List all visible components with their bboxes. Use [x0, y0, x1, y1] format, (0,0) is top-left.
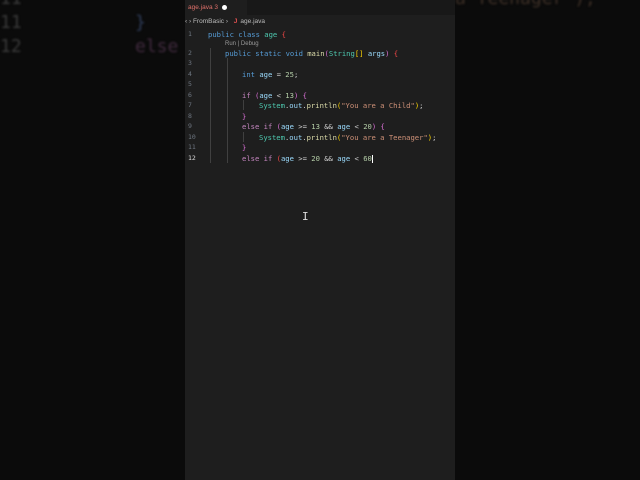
- line-number: 7: [188, 101, 192, 109]
- line-number: 9: [188, 122, 192, 130]
- breadcrumb-folder[interactable]: FromBasic: [193, 18, 224, 25]
- indent-guide: [243, 100, 244, 110]
- code-line-7: System.out.println("You are a Child");: [259, 101, 424, 110]
- code-line-2: public static void main(String[] args) {: [225, 49, 399, 58]
- code-line-4: int age = 25;: [242, 70, 299, 79]
- line-number: 2: [188, 49, 192, 57]
- line-number: 1: [188, 30, 192, 38]
- code-line-10: System.out.println("You are a Teenager")…: [259, 133, 437, 142]
- code-line-1: public class age {: [208, 30, 286, 39]
- code-line-6: if (age < 13) {: [242, 91, 307, 100]
- bg-line-number: 11: [0, 12, 22, 33]
- code-line-11: }: [242, 143, 247, 152]
- unsaved-dot-icon[interactable]: [222, 4, 228, 10]
- bg-code: a Teenager");: [455, 0, 596, 9]
- breadcrumb-file[interactable]: age.java: [240, 18, 265, 25]
- code-editor[interactable]: age.java 3 ‹ › FromBasic › Jage.java 1 2…: [185, 0, 455, 480]
- breadcrumb: ‹ › FromBasic › Jage.java: [185, 18, 265, 25]
- tab-label: age.java: [188, 4, 213, 11]
- line-number: 11: [188, 143, 196, 151]
- indent-guide: [227, 58, 228, 163]
- tab-bar: age.java 3: [185, 0, 455, 15]
- indent-guide: [210, 48, 211, 163]
- bg-code: }: [135, 12, 146, 33]
- bg-line-number: 11: [0, 0, 22, 9]
- line-number: 12: [188, 154, 196, 162]
- text-cursor: [371, 155, 373, 163]
- line-number: 8: [188, 112, 192, 120]
- code-line-8: }: [242, 112, 247, 121]
- code-line-12: else if (age >= 20 && age < 60: [242, 154, 373, 163]
- indent-guide: [243, 132, 244, 142]
- line-number: 3: [188, 59, 192, 67]
- line-number: 4: [188, 70, 192, 78]
- bg-code: else: [135, 36, 179, 57]
- line-number: 10: [188, 133, 196, 141]
- mouse-ibeam-cursor-icon: I: [302, 210, 309, 223]
- codelens-run-debug[interactable]: Run | Debug: [225, 41, 259, 47]
- java-file-icon: J: [233, 18, 238, 25]
- bg-line-number: 12: [0, 36, 22, 57]
- line-number: 5: [188, 80, 192, 88]
- problems-count: 3: [214, 4, 219, 11]
- tab-age-java[interactable]: age.java 3: [185, 0, 247, 15]
- code-line-9: else if (age >= 13 && age < 20) {: [242, 122, 385, 131]
- line-number: 6: [188, 91, 192, 99]
